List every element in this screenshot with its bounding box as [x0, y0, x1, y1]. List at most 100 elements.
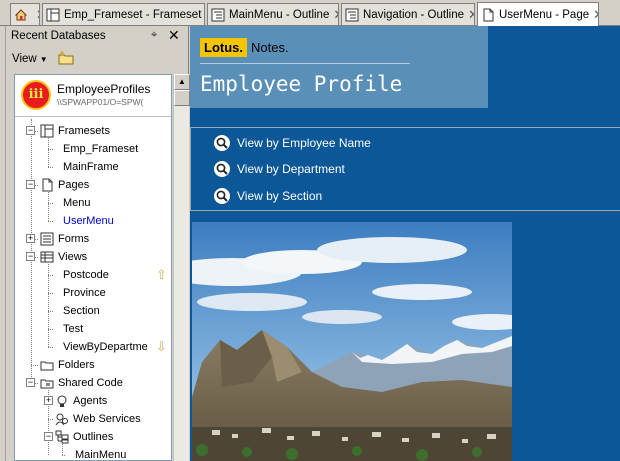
database-header[interactable]: iii EmployeeProfiles \\SPWAPP01/O=SPW(	[15, 75, 171, 117]
tree-item-agents[interactable]: Agents	[55, 392, 107, 410]
tree-item-mainframe[interactable]: MainFrame	[63, 158, 119, 176]
tree-item-viewbydepartme[interactable]: ViewByDepartme	[63, 338, 148, 356]
tree-guide-line	[48, 419, 53, 420]
magnifier-icon	[214, 161, 230, 177]
tree-item-menu[interactable]: Menu	[63, 194, 91, 212]
home-icon	[14, 8, 28, 20]
collapse-icon[interactable]: −	[26, 378, 35, 387]
tree-item-pages[interactable]: Pages	[40, 176, 89, 194]
shared-code-icon	[40, 379, 54, 389]
tree-item-label: Views	[58, 251, 88, 263]
expand-icon[interactable]: +	[44, 396, 53, 405]
tree-item-folders[interactable]: Folders	[40, 356, 95, 374]
tree-item-label: Postcode	[63, 269, 109, 281]
menu-item-label: View by Section	[237, 189, 323, 203]
scroll-down-arrow-icon[interactable]: ⇩	[156, 339, 167, 355]
forms-icon	[40, 232, 54, 246]
tree-item-forms[interactable]: Forms	[40, 230, 89, 248]
mountain-landscape-image	[192, 222, 512, 461]
vertical-scrollbar[interactable]: ▲	[173, 74, 190, 461]
scroll-thumb[interactable]	[174, 90, 190, 106]
tree-item-label: Test	[63, 323, 84, 335]
tab-home[interactable]: ✕	[10, 3, 40, 25]
folders-icon	[40, 361, 54, 371]
menu-item-label: View by Employee Name	[237, 136, 371, 150]
view-menu-box: View by Employee Name View by Department…	[190, 127, 620, 211]
tree-item-label: Forms	[58, 233, 90, 245]
tab-label: Emp_Frameset - Frameset	[64, 8, 202, 21]
view-menu[interactable]: View	[12, 53, 37, 65]
panel-title: Recent Databases	[11, 30, 106, 42]
tree-item-outlines[interactable]: Outlines	[55, 428, 113, 446]
menu-item-section[interactable]: View by Section	[213, 186, 322, 206]
tree-item-label: Section	[63, 305, 100, 317]
collapse-icon[interactable]: −	[26, 252, 35, 261]
tree-item-section[interactable]: Section	[63, 302, 100, 320]
menu-item-label: View by Department	[237, 162, 345, 176]
expand-icon[interactable]: +	[26, 234, 35, 243]
panel-header: Recent Databases ⌖ ✕	[6, 26, 189, 46]
tree-item-views[interactable]: Views	[40, 248, 87, 266]
tree-item-postcode[interactable]: Postcode	[63, 266, 109, 284]
pages-icon	[42, 178, 53, 192]
tree-item-label: Web Services	[73, 413, 141, 425]
new-folder-icon[interactable]	[58, 51, 74, 65]
outlines-icon	[55, 430, 69, 444]
pin-icon[interactable]: ⌖	[151, 29, 157, 42]
tree-guide-line	[48, 293, 53, 294]
database-path: \\SPWAPP01/O=SPW(	[57, 97, 144, 107]
collapse-icon[interactable]: −	[26, 180, 35, 189]
tree-item-label: Folders	[58, 359, 95, 371]
close-icon[interactable]: ✕	[593, 7, 598, 23]
views-icon	[40, 251, 54, 263]
tab-label: Navigation - Outline	[363, 8, 464, 21]
scroll-up-arrow-icon[interactable]: ⇧	[156, 267, 167, 283]
outline-icon	[345, 8, 359, 21]
chevron-down-icon[interactable]: ▼	[40, 55, 48, 64]
tree-guide-line	[48, 347, 53, 348]
tree-item-usermenu[interactable]: UserMenu	[63, 212, 114, 230]
database-logo: iii	[21, 80, 51, 110]
scroll-up-icon[interactable]: ▲	[174, 74, 190, 90]
tree-item-shared-code[interactable]: Shared Code	[40, 374, 123, 392]
collapse-icon[interactable]: −	[44, 432, 53, 441]
page-icon	[483, 8, 494, 21]
agents-icon	[57, 395, 67, 407]
close-icon[interactable]: ✕	[36, 7, 39, 23]
close-icon[interactable]: ✕	[168, 27, 180, 44]
tab-bar: ✕ Emp_Frameset - Frameset ✕ MainMenu - O…	[0, 0, 620, 26]
tree-item-province[interactable]: Province	[63, 284, 106, 302]
tab-usermenu-page[interactable]: UserMenu - Page ✕	[477, 2, 599, 26]
tree-item-label: Menu	[63, 197, 91, 209]
tree-item-framesets[interactable]: Framesets	[40, 122, 110, 140]
close-icon[interactable]: ✕	[333, 7, 338, 23]
tree-item-label: Emp_Frameset	[63, 143, 139, 155]
recent-databases-panel: Recent Databases ⌖ ✕ View ▼ iii Employee…	[6, 26, 190, 461]
tree-guide-line	[48, 203, 53, 204]
tree-item-label: Pages	[58, 179, 90, 191]
framesets-icon	[40, 124, 54, 138]
tree-item-label: Shared Code	[58, 377, 123, 389]
tree-guide-line	[62, 455, 65, 456]
database-title: EmployeeProfiles	[57, 82, 151, 96]
tree-guide-line	[48, 329, 53, 330]
page-preview: Lotus. Notes. Employee Profile View by E…	[190, 26, 620, 461]
magnifier-icon	[214, 188, 230, 204]
tree-item-web-services[interactable]: Web Services	[55, 410, 141, 428]
panel-toolbar: View ▼	[6, 48, 189, 70]
menu-item-employee-name[interactable]: View by Employee Name	[213, 133, 371, 153]
tree-item-test[interactable]: Test	[63, 320, 83, 338]
tree-item-label: MainFrame	[63, 161, 119, 173]
menu-item-department[interactable]: View by Department	[213, 159, 345, 179]
tab-mainmenu-outline[interactable]: MainMenu - Outline ✕	[207, 3, 339, 25]
tab-emp-frameset[interactable]: Emp_Frameset - Frameset ✕	[42, 3, 205, 25]
tree-guide-line	[31, 365, 38, 366]
tab-label: MainMenu - Outline	[229, 8, 330, 21]
tree-item-emp-frameset[interactable]: Emp_Frameset	[63, 140, 138, 158]
close-icon[interactable]: ✕	[468, 7, 474, 23]
collapse-icon[interactable]: −	[26, 126, 35, 135]
tree-item-label: Province	[63, 287, 106, 299]
tab-navigation-outline[interactable]: Navigation - Outline ✕	[341, 3, 475, 25]
tree-item-mainmenu[interactable]: MainMenu	[75, 446, 126, 460]
database-tree-box: iii EmployeeProfiles \\SPWAPP01/O=SPW( −…	[14, 74, 172, 461]
